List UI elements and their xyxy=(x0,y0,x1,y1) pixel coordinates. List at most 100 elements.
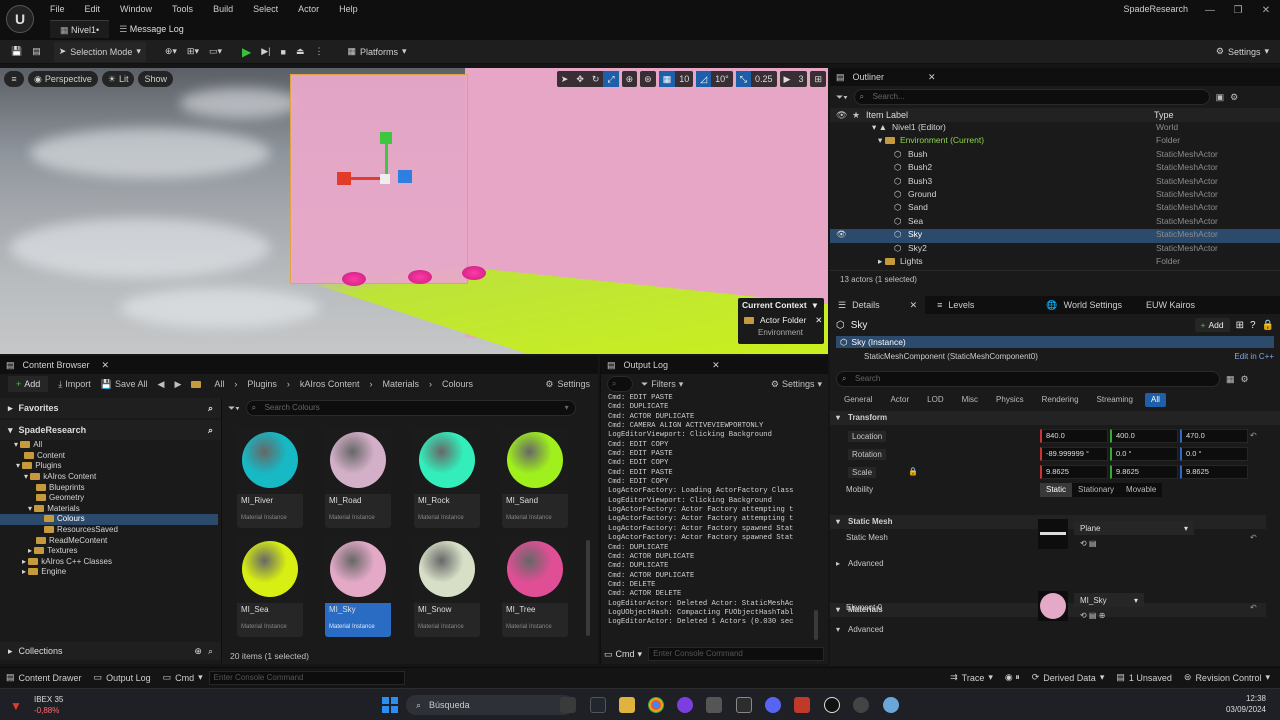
perspective-button[interactable]: ◉ Perspective xyxy=(28,71,98,87)
browse-icon[interactable]: ⟲ ▤ xyxy=(1080,539,1096,548)
asset-tile[interactable]: MI_Sand Material Instance xyxy=(502,428,568,528)
selection-mode-button[interactable]: ➤ Selection Mode ▾ xyxy=(53,41,146,62)
filter-misc[interactable]: Misc xyxy=(956,393,984,407)
camera-speed-value[interactable]: 3 xyxy=(794,71,807,87)
component-row[interactable]: StaticMeshComponent (StaticMeshComponent… xyxy=(836,350,1274,363)
material-dropdown[interactable]: MI_Sky ▾ xyxy=(1074,593,1144,607)
tree-item[interactable]: ▸ kAIros C++ Classes xyxy=(22,557,112,568)
tree-item[interactable]: Blueprints xyxy=(36,483,85,494)
app-icon[interactable] xyxy=(853,697,869,713)
visibility-icon[interactable]: 👁 xyxy=(836,229,847,240)
save-all-button[interactable]: 💾 Save All xyxy=(101,379,148,390)
mobility-movable[interactable]: Movable xyxy=(1120,483,1162,497)
path-materials[interactable]: Materials xyxy=(382,379,419,389)
log-filters-button[interactable]: ⏷ Filters ▾ xyxy=(641,379,683,390)
minimize-icon[interactable]: — xyxy=(1196,0,1224,22)
bush-sphere[interactable] xyxy=(342,272,366,286)
console-input[interactable]: Enter Console Command xyxy=(648,647,824,661)
favorites-header[interactable]: ▸ Favorites ⌕ xyxy=(0,398,221,418)
history-forward-icon[interactable]: ▶ xyxy=(174,379,181,390)
filter-streaming[interactable]: Streaming xyxy=(1091,393,1139,407)
log-scrollbar[interactable] xyxy=(814,610,818,640)
scale-snap-value[interactable]: 0.25 xyxy=(751,71,777,87)
location-x[interactable]: 840.0 xyxy=(1040,429,1108,443)
filter-rendering[interactable]: Rendering xyxy=(1036,393,1085,407)
close-icon[interactable]: ✕ xyxy=(815,315,822,326)
menu-edit[interactable]: Edit xyxy=(75,0,111,18)
app-icon[interactable] xyxy=(706,697,722,713)
material-thumbnail[interactable] xyxy=(1038,591,1068,621)
tree-item[interactable]: ▸ Textures xyxy=(28,546,77,557)
add-content-button[interactable]: ⊕▾ xyxy=(160,42,182,62)
details-search-input[interactable]: ⌕ Search xyxy=(836,371,1220,387)
play-icon[interactable]: ▶ xyxy=(237,42,256,62)
filter-general[interactable]: General xyxy=(838,393,878,407)
tab-level[interactable]: ▦ Nivel1• xyxy=(50,20,110,38)
file-explorer-icon[interactable] xyxy=(619,697,635,713)
tree-item[interactable]: Content xyxy=(24,451,65,462)
tab-world-settings[interactable]: 🌐 World Settings xyxy=(986,296,1134,314)
filter-icon[interactable]: ⏷▾ xyxy=(228,403,240,414)
content-drawer-button[interactable]: ▤ Content Drawer xyxy=(0,669,88,687)
help-icon[interactable]: ? xyxy=(1250,320,1256,331)
col-item-label[interactable]: Item Label xyxy=(866,110,908,120)
record-icon[interactable]: ◉ ⏸ xyxy=(999,669,1026,687)
tab-details[interactable]: ☰ Details ✕ xyxy=(830,296,926,314)
mobility-static[interactable]: Static xyxy=(1040,483,1073,497)
step-icon[interactable]: ▶| xyxy=(256,42,275,62)
tab-message-log[interactable]: ☰ Message Log xyxy=(109,20,194,38)
log-settings-button[interactable]: ⚙ Settings ▾ xyxy=(771,379,822,390)
reset-icon[interactable]: ↶ xyxy=(1250,603,1257,612)
camera-icon[interactable]: ▶ xyxy=(780,71,795,87)
tree-item[interactable]: ▾ All xyxy=(14,440,42,451)
tree-item[interactable]: ReadMeContent xyxy=(36,536,107,547)
app-icon[interactable] xyxy=(794,697,810,713)
gizmo-z-handle[interactable] xyxy=(398,170,412,183)
output-log-button[interactable]: ▭ Output Log xyxy=(88,669,157,687)
move-tool-icon[interactable]: ✥ xyxy=(572,71,588,87)
lock-icon[interactable]: 🔒 xyxy=(908,467,918,476)
trace-button[interactable]: ⇉ Trace ▾ xyxy=(944,669,999,687)
project-header[interactable]: ▾ SpadeResearch ⌕ xyxy=(0,420,221,440)
table-view-icon[interactable]: ▦ xyxy=(1226,374,1235,385)
rotation-snap-value[interactable]: 10° xyxy=(711,71,733,87)
rotation-label[interactable]: Rotation xyxy=(848,449,886,460)
app-icon[interactable] xyxy=(677,697,693,713)
asset-search-input[interactable]: ⌕ Search Colours ▾ xyxy=(245,400,576,416)
gear-icon[interactable]: ⚙ xyxy=(1230,92,1238,103)
close-icon[interactable]: ✕ xyxy=(102,360,110,371)
path-plugins[interactable]: Plugins xyxy=(247,379,277,389)
gear-icon[interactable]: ⚙ xyxy=(1241,374,1249,385)
visibility-icon[interactable]: 👁 xyxy=(836,110,847,121)
cb-settings-button[interactable]: ⚙ Settings xyxy=(545,379,590,390)
location-z[interactable]: 470.0 xyxy=(1180,429,1248,443)
advanced-row[interactable]: ▸ Advanced xyxy=(830,557,1266,571)
menu-build[interactable]: Build xyxy=(203,0,243,18)
epic-launcher-icon[interactable] xyxy=(590,697,606,713)
static-mesh-dropdown[interactable]: Plane ▾ xyxy=(1074,521,1194,535)
menu-help[interactable]: Help xyxy=(329,0,368,18)
outliner-row-world[interactable]: ▾ ▲ Nivel1 (Editor) World xyxy=(830,122,1280,135)
outliner-row-actor[interactable]: ⬡ Bush3 StaticMeshActor xyxy=(830,176,1280,189)
outliner-row-actor[interactable]: ⬡ Sea StaticMeshActor xyxy=(830,216,1280,229)
asset-tile[interactable]: MI_Tree Material Instance xyxy=(502,537,568,637)
tab-euw-kairos[interactable]: EUW Kairos xyxy=(1134,296,1207,314)
reset-icon[interactable]: ↶ xyxy=(1250,431,1257,440)
tree-item-selected[interactable]: Colours xyxy=(0,514,218,525)
search-icon[interactable]: ⌕ xyxy=(208,646,213,657)
tree-item[interactable]: ResourcesSaved xyxy=(44,525,118,536)
scale-x[interactable]: 9.8625 xyxy=(1040,465,1108,479)
discord-icon[interactable] xyxy=(765,697,781,713)
rotation-x[interactable]: -89.999999 ° xyxy=(1040,447,1108,461)
close-icon[interactable]: ✕ xyxy=(928,72,936,83)
save-icon[interactable]: 💾 xyxy=(6,42,27,62)
search-icon[interactable]: ⌕ xyxy=(208,425,213,436)
import-button[interactable]: ⤓ Import xyxy=(58,379,91,390)
outliner-row-actor[interactable]: ⬡ Sky2 StaticMeshActor xyxy=(830,243,1280,256)
asset-tile[interactable]: MI_Road Material Instance xyxy=(325,428,391,528)
pin-icon[interactable]: ★ xyxy=(852,110,860,121)
source-control-icon[interactable]: ▤ xyxy=(27,42,46,62)
select-tool-icon[interactable]: ➤ xyxy=(557,71,573,87)
gizmo-x-handle[interactable] xyxy=(337,172,351,185)
gizmo-y-axis[interactable] xyxy=(385,144,388,178)
